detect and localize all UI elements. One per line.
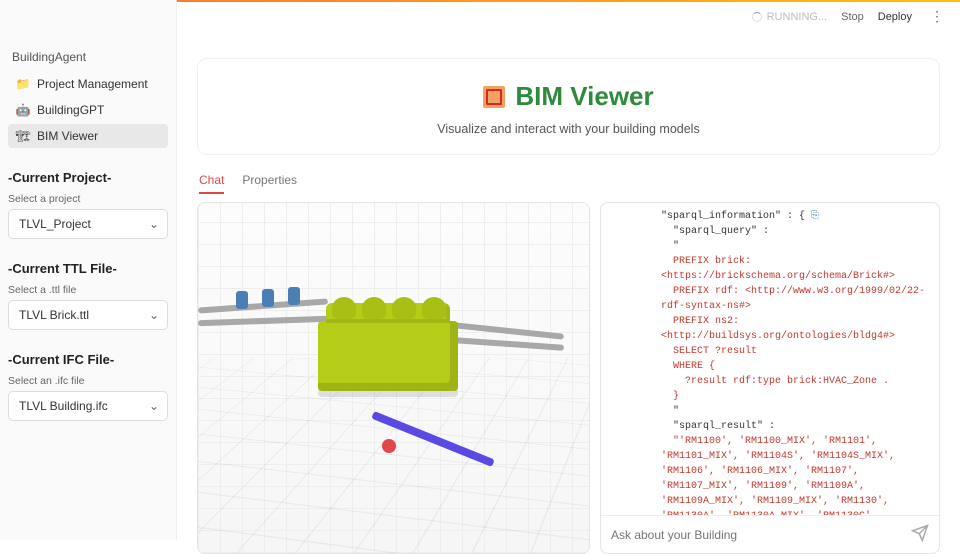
select-value: TLVL_Project [19, 217, 91, 231]
valve [262, 289, 274, 307]
pipe [198, 316, 328, 327]
chevron-down-icon: ⌄ [149, 217, 159, 231]
sidebar-item-buildinggpt[interactable]: 🤖 BuildingGPT [8, 98, 168, 122]
valve [236, 291, 248, 309]
main-content: BIM Viewer Visualize and interact with y… [177, 0, 960, 540]
chevron-down-icon: ⌄ [149, 399, 159, 413]
select-value: TLVL Building.ifc [19, 399, 108, 413]
workspace: "sparql_information" : { ⎘ "sparql_query… [197, 202, 940, 554]
chat-input-bar [601, 515, 939, 553]
bot-icon: 🤖 [16, 103, 30, 117]
app-title: BuildingAgent [8, 8, 168, 72]
ttl-select[interactable]: TLVL Brick.ttl ⌄ [8, 300, 168, 330]
hvac-equipment [318, 321, 458, 391]
ifc-select[interactable]: TLVL Building.ifc ⌄ [8, 391, 168, 421]
valve [288, 287, 300, 305]
chevron-down-icon: ⌄ [149, 308, 159, 322]
3d-viewer[interactable] [197, 202, 590, 554]
bim-logo-icon [483, 86, 505, 108]
chat-input[interactable] [611, 528, 903, 542]
sidebar: BuildingAgent 📁 Project Management 🤖 Bui… [0, 0, 177, 540]
tab-bar: Chat Properties [199, 173, 940, 194]
folder-icon: 📁 [16, 77, 30, 91]
page-title: BIM Viewer [483, 81, 653, 112]
sidebar-item-label: BuildingGPT [37, 103, 104, 117]
send-icon[interactable] [911, 524, 929, 545]
tab-chat[interactable]: Chat [199, 173, 224, 194]
section-header-ttl: -Current TTL File- [8, 261, 168, 276]
building-icon: 🏗 [16, 129, 30, 143]
select-value: TLVL Brick.ttl [19, 308, 89, 322]
code-output[interactable]: "sparql_information" : { ⎘ "sparql_query… [601, 203, 939, 515]
tab-properties[interactable]: Properties [242, 173, 297, 194]
project-select[interactable]: TLVL_Project ⌄ [8, 209, 168, 239]
sidebar-item-label: Project Management [37, 77, 148, 91]
pipe [454, 337, 564, 351]
field-label: Select a project [8, 193, 168, 205]
sidebar-item-bim-viewer[interactable]: 🏗 BIM Viewer [8, 124, 168, 148]
sidebar-item-project-management[interactable]: 📁 Project Management [8, 72, 168, 96]
section-header-project: -Current Project- [8, 170, 168, 185]
header-card: BIM Viewer Visualize and interact with y… [197, 58, 940, 155]
pipe [454, 322, 564, 339]
sidebar-item-label: BIM Viewer [37, 129, 98, 143]
section-header-ifc: -Current IFC File- [8, 352, 168, 367]
valve-cap [382, 439, 396, 453]
field-label: Select an .ifc file [8, 375, 168, 387]
chat-output-panel: "sparql_information" : { ⎘ "sparql_query… [600, 202, 940, 554]
page-subtitle: Visualize and interact with your buildin… [208, 122, 929, 136]
field-label: Select a .ttl file [8, 284, 168, 296]
